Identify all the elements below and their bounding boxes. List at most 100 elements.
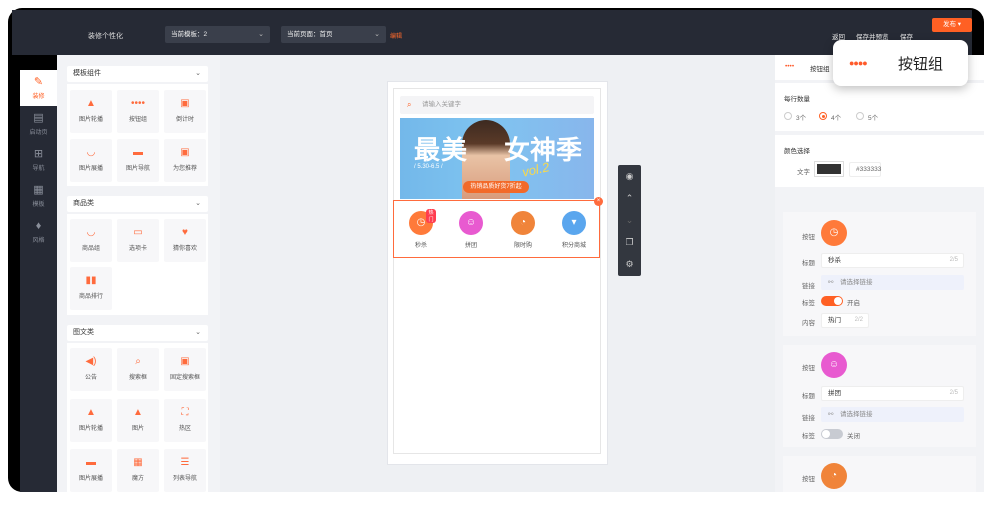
rail-item-template[interactable]: ▦ 模板 [20,178,57,214]
rail-label: 模板 [32,202,45,208]
page-icon: ▤ [33,112,44,124]
tile-magic-cube[interactable]: ▦ 魔方 [117,449,159,492]
tile-tabs[interactable]: ▭ 选项卡 [117,219,159,262]
image-nav-icon: ▬ [133,147,143,158]
publish-button[interactable]: 发布 ▾ [932,18,972,32]
move-up-icon[interactable]: ⌃ [618,187,641,209]
tile-label: 按钮组 [128,117,147,123]
radio-5[interactable] [856,112,864,120]
tile-recommend[interactable]: ▣ 为您推荐 [164,139,206,182]
link-placeholder: 请选择链接 [840,411,873,418]
seckill-icon[interactable]: ◷ [821,220,847,246]
chevron-down-icon: ⌄ [195,200,201,207]
rail-item-decorate[interactable]: ✎ 装修 [20,70,57,106]
radio-3[interactable] [784,112,792,120]
tile-image[interactable]: ▲ 图片 [117,399,159,442]
fixed-search-icon: ▣ [180,356,190,367]
title-value: 拼团 [828,390,841,397]
recommend-icon: ▣ [180,147,190,158]
style-icon: ♦ [35,220,42,232]
tile-image-carousel-2[interactable]: ▲ 图片轮播 [70,399,112,442]
rail-item-style[interactable]: ♦ 风格 [20,214,57,250]
chevron-down-icon: ⌄ [195,70,201,77]
section-header-goods[interactable]: 商品类 ⌄ [67,196,208,212]
tile-hotspot[interactable]: ⛶ 热区 [164,399,206,442]
phone-search-bar[interactable]: ⌕ 请输入关键字 [400,96,594,114]
group-button-label: 秒杀 [414,243,427,249]
tile-image-nav[interactable]: ▬ 图片导航 [117,139,159,182]
link-input[interactable]: ⚯ 请选择链接 [821,275,964,290]
tile-label: 图片 [131,426,144,432]
color-swatch[interactable] [814,161,844,177]
tile-image-carousel[interactable]: ▲ 图片轮播 [70,90,112,133]
group-button-label: 限时购 [513,243,532,249]
tile-countdown[interactable]: ▣ 倒计时 [164,90,206,133]
banner-title-left: 最美 [414,136,469,166]
heart-icon: ♥ [182,227,188,238]
template-select[interactable]: 当前模板：2 ⌄ [165,26,270,43]
banner-tag: 热销品质好货7折起 [463,181,529,193]
group-button-label: 拼团 [464,243,477,249]
per-row-section: 每行数量 3个 4个 5个 [775,83,984,131]
search-icon: ⌕ [407,100,412,109]
color-hex[interactable]: #333333 [849,162,881,177]
tile-button-group[interactable]: •••• 按钮组 [117,90,159,133]
tile-search[interactable]: ⌕ 搜索框 [117,348,159,391]
radio-4[interactable] [819,112,827,120]
close-icon[interactable]: × [594,197,603,206]
tag-toggle[interactable] [821,296,843,306]
tile-fixed-search[interactable]: ▣ 固定搜索框 [164,348,206,391]
tile-label: 魔方 [131,476,144,482]
group-button-points[interactable]: ▾ 积分商城 [559,211,589,249]
section-title: 图文类 [73,329,94,336]
rail-label: 导航 [32,166,45,172]
tag-toggle[interactable] [821,429,843,439]
link-input[interactable]: ⚯ 请选择链接 [821,407,964,422]
tile-label: 商品排行 [78,294,103,300]
tile-goods-ranking[interactable]: ▮▮ 商品排行 [70,267,112,310]
content-input[interactable]: 热门 2/2 [821,313,869,328]
app-title: 装修个性化 [88,33,123,40]
settings-icon[interactable]: ⚙ [618,253,641,275]
timer-icon: ◔ [511,211,535,235]
rail-item-launch[interactable]: ▤ 启动页 [20,106,57,142]
section-header-graphic[interactable]: 图文类 ⌄ [67,325,208,341]
grid-icon: ⊞ [33,148,44,160]
groupbuy-icon[interactable]: ☺ [821,352,847,378]
tile-image-showcase[interactable]: ◡ 图片展播 [70,139,112,182]
button-group-widget[interactable]: × ◷ 热门 秒杀 ☺ 拼团 ◔ 限时购 ▾ 积分商城 [393,197,603,258]
timer-icon[interactable]: ◔ [821,463,847,489]
title-input[interactable]: 拼团 2/5 [821,386,964,401]
tile-notice[interactable]: ◀) 公告 [70,348,112,391]
group-button-label: 积分商城 [561,243,586,249]
tile-image-showcase-2[interactable]: ▬ 图片展播 [70,449,112,492]
group-button-flash[interactable]: ◔ 限时购 [508,211,538,249]
edit-link[interactable]: 编辑 [390,31,402,40]
component-toolbar: ◉ ⌃ ⌄ ❐ ⚙ [618,165,641,276]
link-icon: ⚯ [828,279,834,286]
title-count: 2/5 [949,257,958,263]
move-down-icon[interactable]: ⌄ [618,209,641,231]
tile-goods-group[interactable]: ◡ 商品组 [70,219,112,262]
brush-icon: ✎ [33,76,44,88]
tile-list-nav[interactable]: ☰ 列表导航 [164,449,206,492]
tile-guess-like[interactable]: ♥ 猜你喜欢 [164,219,206,262]
phone-banner[interactable]: 最美 女神季 / 5.30-6.5 / vol.2 热销品质好货7折起 [400,118,594,199]
dots-icon: •••• [785,63,795,70]
group-button-seckill[interactable]: ◷ 热门 秒杀 [406,209,436,249]
copy-icon[interactable]: ❐ [618,231,641,253]
section-header-template[interactable]: 模板组件 ⌄ [67,66,208,82]
button-label: 按钮 [802,365,815,372]
hotspot-icon: ⛶ [181,407,189,418]
chevron-down-icon: ⌄ [258,31,264,38]
group-button-groupbuy[interactable]: ☺ 拼团 [456,211,486,249]
title-input[interactable]: 秒杀 2/5 [821,253,964,268]
banner-date: / 5.30-6.5 / [414,164,443,170]
content-value: 热门 [828,317,841,324]
chevron-down-icon: ⌄ [195,329,201,336]
tile-label: 图片导航 [125,166,150,172]
page-select[interactable]: 当前页面：首页 ⌄ [281,26,386,43]
eye-hide-icon[interactable]: ◉ [618,165,641,187]
content-count: 2/2 [854,317,863,323]
rail-item-nav[interactable]: ⊞ 导航 [20,142,57,178]
